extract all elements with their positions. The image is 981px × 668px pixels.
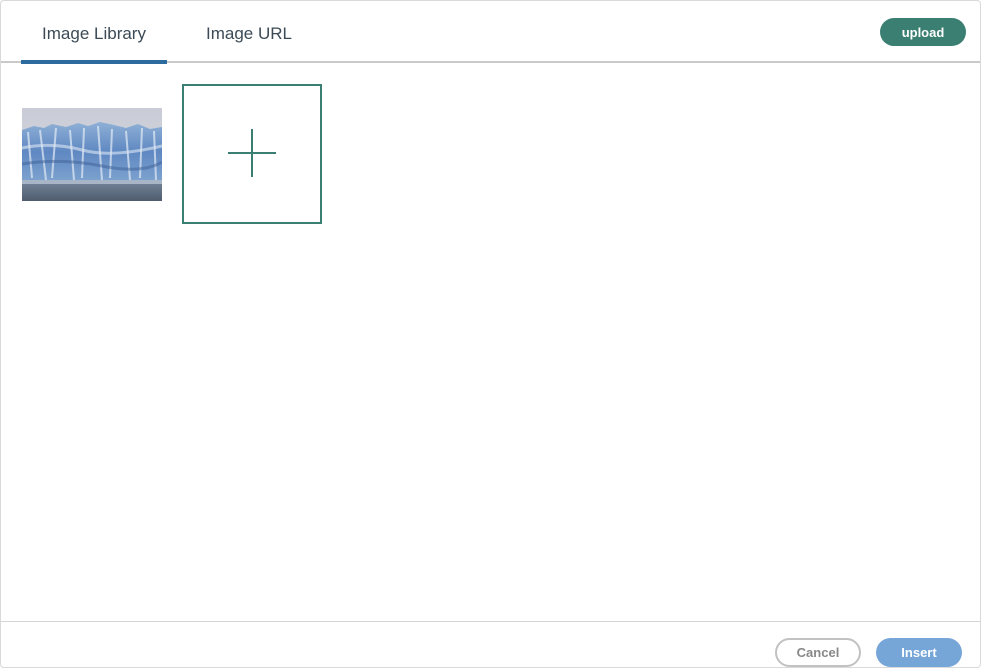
image-insert-dialog: Image Library Image URL upload Cancel In…	[0, 0, 981, 668]
tab-image-url-label: Image URL	[206, 24, 292, 43]
glacier-photo	[22, 108, 162, 201]
upload-button[interactable]: upload	[880, 18, 966, 46]
library-image-thumbnail[interactable]	[22, 108, 162, 201]
tab-image-library[interactable]: Image Library	[21, 1, 167, 63]
cancel-button[interactable]: Cancel	[775, 638, 861, 667]
active-tab-indicator	[21, 60, 167, 64]
tab-image-library-label: Image Library	[42, 24, 146, 43]
tab-image-url[interactable]: Image URL	[186, 1, 312, 63]
dialog-footer: Cancel Insert	[1, 621, 980, 667]
insert-button[interactable]: Insert	[876, 638, 962, 667]
tab-bar: Image Library Image URL	[1, 1, 980, 64]
add-image-tile[interactable]	[182, 84, 322, 224]
